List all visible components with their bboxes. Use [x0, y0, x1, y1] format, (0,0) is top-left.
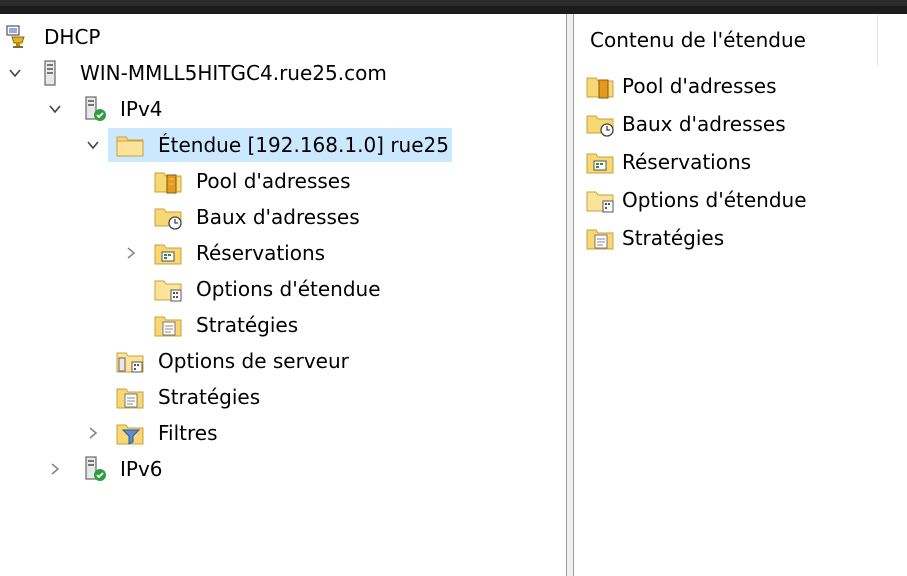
list-item-label: Options d'étendue [622, 188, 807, 212]
server-icon [38, 60, 62, 86]
filter-icon [116, 421, 144, 445]
tree-label: DHCP [44, 25, 101, 49]
window-top-edge [0, 0, 907, 6]
address-pool-icon [586, 74, 614, 100]
tree-label: WIN-MMLL5HITGC4.rue25.com [80, 61, 387, 85]
list-item-address-leases[interactable]: Baux d'adresses [584, 107, 894, 141]
folder-icon [116, 133, 144, 157]
ipv6-server-icon [82, 456, 106, 481]
tree-label: Stratégies [158, 385, 261, 409]
tree-label: Pool d'adresses [196, 169, 351, 193]
tree-label: Réservations [196, 241, 326, 265]
reservations-icon [154, 241, 182, 265]
column-header[interactable]: Contenu de l'étendue [574, 14, 878, 66]
chevron-right-icon[interactable] [84, 424, 102, 442]
tree-label: Stratégies [196, 313, 299, 337]
chevron-down-icon[interactable] [6, 64, 24, 82]
chevron-right-icon[interactable] [46, 460, 64, 478]
list-item-label: Réservations [622, 150, 752, 174]
tree-label: Étendue [192.168.1.0] rue25 [158, 133, 449, 157]
address-leases-icon [586, 112, 614, 138]
tree-item-address-leases[interactable]: Baux d'adresses [0, 200, 560, 234]
policies-icon [154, 313, 182, 337]
tree-label: IPv4 [120, 97, 163, 121]
chevron-down-icon[interactable] [84, 136, 102, 154]
server-options-icon [116, 349, 144, 373]
scope-options-icon [586, 188, 614, 214]
tree-label: IPv6 [120, 457, 163, 481]
tree-item-scope-options[interactable]: Options d'étendue [0, 272, 560, 306]
tree-item-address-pool[interactable]: Pool d'adresses [0, 164, 560, 198]
chevron-down-icon[interactable] [46, 100, 64, 118]
address-pool-icon [154, 169, 182, 194]
tree-item-scope[interactable]: Étendue [192.168.1.0] rue25 [0, 128, 560, 162]
tree-label: Baux d'adresses [196, 205, 360, 229]
tree-item-server[interactable]: WIN-MMLL5HITGC4.rue25.com [0, 56, 560, 90]
address-leases-icon [154, 205, 182, 230]
scope-options-icon [154, 277, 182, 302]
tree-label: Filtres [158, 421, 218, 445]
chevron-right-icon[interactable] [122, 244, 140, 262]
tree-item-reservations[interactable]: Réservations [0, 236, 560, 270]
ipv4-server-icon [82, 96, 106, 121]
tree-item-ipv4-policies[interactable]: Stratégies [0, 380, 560, 414]
list-item-scope-options[interactable]: Options d'étendue [584, 183, 894, 217]
tree-item-filters[interactable]: Filtres [0, 416, 560, 450]
policies-icon [586, 226, 614, 252]
list-item-label: Pool d'adresses [622, 74, 777, 98]
column-header-label: Contenu de l'étendue [590, 28, 806, 52]
list-item-label: Stratégies [622, 226, 725, 250]
tree-label: Options de serveur [158, 349, 349, 373]
tree-item-ipv4[interactable]: IPv4 [0, 92, 560, 126]
list-item-address-pool[interactable]: Pool d'adresses [584, 69, 894, 103]
tree-item-server-options[interactable]: Options de serveur [0, 344, 560, 378]
list-item-reservations[interactable]: Réservations [584, 145, 894, 179]
dhcp-icon [5, 24, 29, 48]
tree-item-scope-policies[interactable]: Stratégies [0, 308, 560, 342]
list-item-label: Baux d'adresses [622, 112, 786, 136]
reservations-icon [586, 150, 614, 176]
tree-label: Options d'étendue [196, 277, 381, 301]
list-item-policies[interactable]: Stratégies [584, 221, 894, 255]
pane-splitter[interactable] [566, 14, 574, 576]
tree-item-dhcp[interactable]: DHCP [0, 20, 560, 54]
tree-item-ipv6[interactable]: IPv6 [0, 452, 560, 486]
details-list[interactable]: Contenu de l'étendue Pool d'adresses Bau… [574, 14, 907, 576]
policies-icon [116, 385, 144, 409]
console-tree[interactable]: DHCP WIN-MMLL5HITGC4.rue25.com IPv4 Éten… [0, 14, 566, 576]
